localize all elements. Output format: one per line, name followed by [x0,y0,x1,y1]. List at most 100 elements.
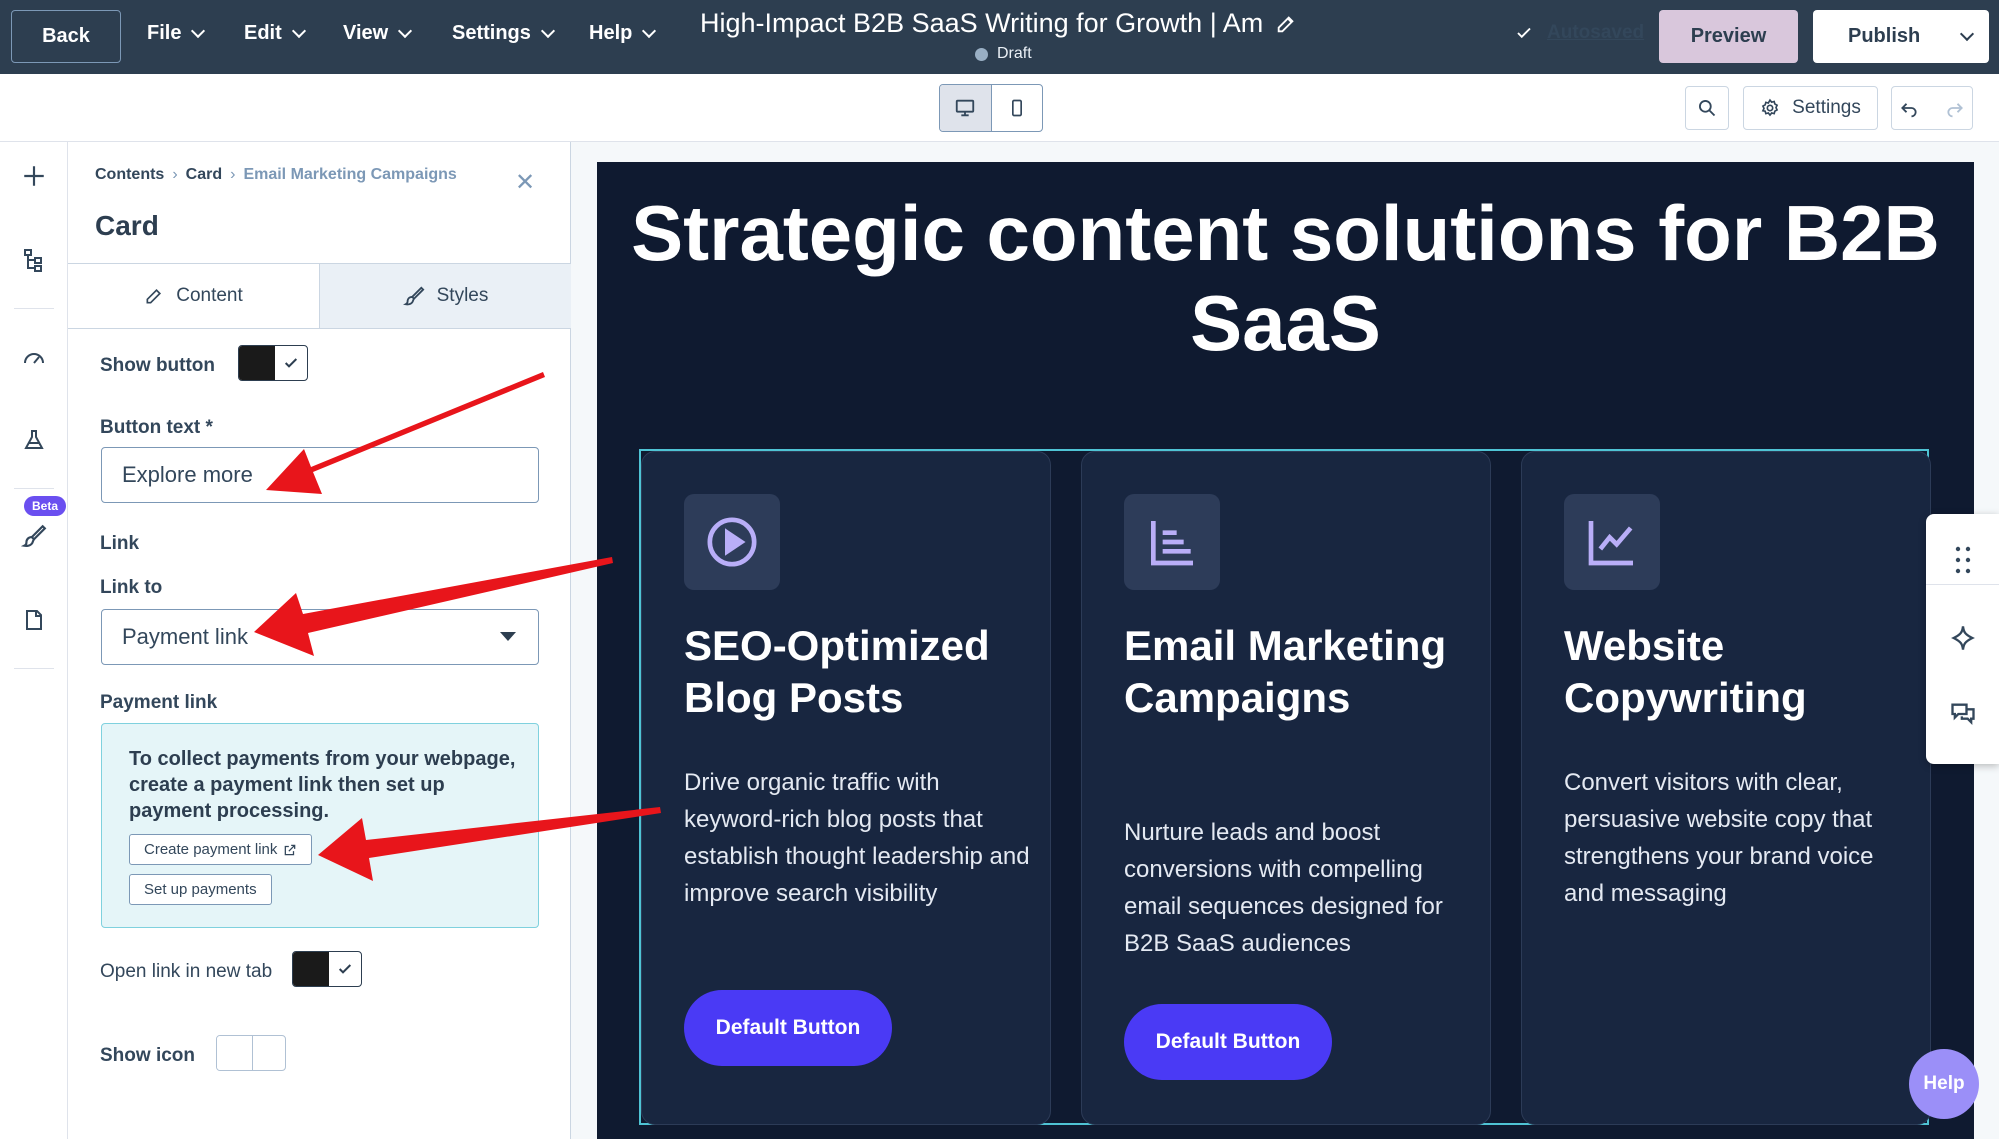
document-status-text: Draft [997,45,1032,62]
service-card[interactable]: SEO-Optimized Blog Posts Drive organic t… [641,451,1051,1125]
preview-button[interactable]: Preview [1659,10,1798,63]
comments-button[interactable] [1926,674,1999,754]
show-button-toggle[interactable] [238,345,308,381]
line-chart-icon [1564,494,1660,590]
setup-payments-button[interactable]: Set up payments [129,874,272,905]
document-title-text: High-Impact B2B SaaS Writing for Growth … [700,8,1264,38]
toggle-knob [217,1036,253,1070]
breadcrumb-card[interactable]: Card [186,166,222,184]
add-button[interactable] [18,160,50,192]
back-button[interactable]: Back [11,10,121,63]
settings-button[interactable]: Settings [1743,86,1878,130]
chevron-down-icon [642,23,657,38]
mobile-view-button[interactable] [992,85,1043,131]
menu-settings[interactable]: Settings [452,22,555,45]
paintbrush-icon [402,286,425,306]
show-icon-toggle[interactable] [216,1035,286,1071]
caret-down-icon [500,632,516,641]
menu-view-label: View [343,22,389,44]
floating-toolbar [1926,514,1999,764]
beta-badge: Beta [24,496,67,516]
toggle-empty [253,1036,285,1070]
tab-styles[interactable]: Styles [320,263,571,328]
brush-button[interactable] [18,520,50,552]
card-button[interactable]: Default Button [1124,1004,1332,1080]
create-payment-link-button[interactable]: Create payment link [129,834,313,865]
link-to-select[interactable]: Payment link [101,609,539,665]
toggle-knob [293,952,329,986]
sparkle-icon [1950,626,1975,650]
left-rail: Beta [0,142,68,1139]
chevron-down-icon [191,23,206,38]
page-preview: Strategic content solutions for B2B SaaS… [597,162,1974,1139]
ai-assist-button[interactable] [1926,598,1999,678]
pencil-icon[interactable] [1275,13,1297,35]
search-icon [1699,100,1716,117]
play-circle-icon [684,494,780,590]
card-description: Convert visitors with clear, persuasive … [1564,769,1874,907]
toolbar-divider [1926,584,1999,585]
link-to-value: Payment link [122,624,248,649]
test-button[interactable] [18,424,50,456]
publish-options-dropdown[interactable] [1945,10,1989,63]
document-title[interactable]: High-Impact B2B SaaS Writing for Growth … [700,8,1297,39]
editor-canvas: Strategic content solutions for B2B SaaS… [571,142,1999,1139]
tab-content[interactable]: Content [68,263,320,328]
chevron-down-icon [1959,26,1975,41]
show-icon-label: Show icon [100,1045,195,1066]
menu-view[interactable]: View [343,22,413,45]
rail-divider [14,488,54,489]
undo-icon[interactable] [1899,98,1919,118]
rail-divider [14,308,54,309]
panel-title: Card [95,210,159,241]
status-dot [975,47,988,61]
external-link-icon [285,844,296,855]
button-text-input[interactable]: Explore more [101,447,539,503]
check-icon [275,346,307,380]
drag-dots-icon [1955,546,1970,574]
drag-handle[interactable] [1926,520,1999,600]
create-payment-link-label: Create payment link [144,841,278,858]
desktop-icon [956,99,975,117]
hero-heading[interactable]: Strategic content solutions for B2B SaaS [597,188,1974,368]
autosaved-indicator[interactable]: Autosaved [1515,22,1644,43]
service-card[interactable]: Email Marketing Campaigns Nurture leads … [1081,451,1491,1125]
close-icon[interactable]: ✕ [515,168,535,197]
module-settings-panel: Contents › Card › Email Marketing Campai… [68,142,571,1139]
paintbrush-icon [21,524,47,548]
speedometer-icon [24,353,44,364]
menu-file-label: File [147,22,182,44]
card-description: Nurture leads and boost conversions with… [1124,819,1443,957]
menu-help-label: Help [589,22,633,44]
flask-icon [24,430,44,449]
mobile-icon [1011,99,1022,117]
menu-help[interactable]: Help [589,22,657,45]
desktop-view-button[interactable] [940,85,992,131]
publish-button[interactable]: Publish [1813,10,1989,63]
payment-info-text: To collect payments from your webpage, c… [129,748,516,822]
help-button[interactable]: Help [1909,1049,1979,1119]
menu-edit[interactable]: Edit [244,22,306,45]
redo-icon[interactable] [1945,98,1965,118]
layers-button[interactable] [18,244,50,276]
pencil-icon [146,288,162,304]
toggle-knob [239,346,275,380]
pages-button[interactable] [18,604,50,636]
device-view-toggle [939,84,1043,132]
menu-file[interactable]: File [147,22,206,45]
card-title: Email Marketing Campaigns [1124,622,1447,721]
optimize-button[interactable] [18,342,50,374]
open-new-tab-toggle[interactable] [292,951,362,987]
service-card[interactable]: Website Copywriting Convert visitors wit… [1521,451,1931,1125]
publish-label: Publish [1848,25,1921,47]
card-button[interactable]: Default Button [684,990,892,1066]
breadcrumb-contents[interactable]: Contents [95,166,164,184]
undo-redo-group [1891,86,1973,130]
check-icon [329,952,361,986]
check-icon [1517,27,1531,39]
gear-icon [1761,98,1779,117]
search-button[interactable] [1685,86,1729,130]
breadcrumb: Contents › Card › Email Marketing Campai… [95,166,457,184]
editor-toolbar: Settings [0,74,1999,142]
card-group-selected[interactable]: SEO-Optimized Blog Posts Drive organic t… [639,449,1931,1125]
